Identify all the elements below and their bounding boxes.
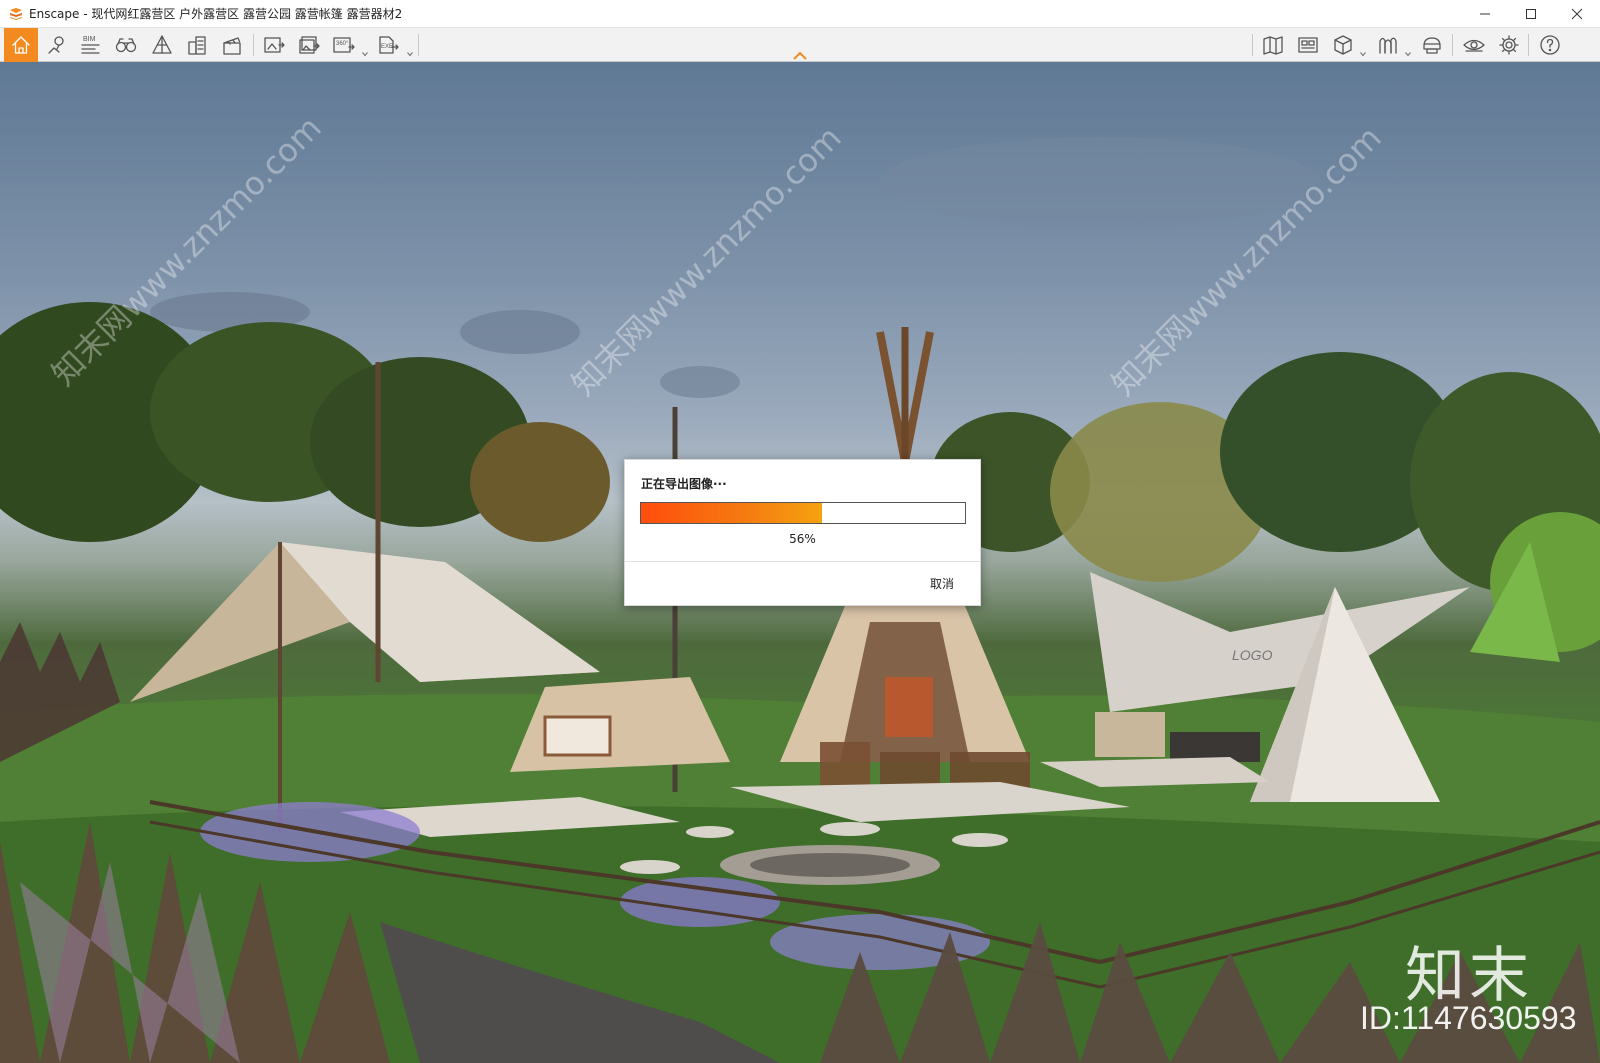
window-title: Enscape - 现代网红露营区 户外露营区 露营公园 露营帐篷 露营器材2 (29, 7, 403, 21)
map-pin-button[interactable] (42, 28, 72, 62)
home-icon (12, 36, 30, 54)
materials-button[interactable] (1372, 28, 1404, 62)
settings-gear-icon (1499, 35, 1519, 55)
minimize-button[interactable] (1462, 0, 1508, 28)
cube-button[interactable] (1327, 28, 1359, 62)
binoculars-icon (115, 38, 137, 53)
close-icon (1571, 8, 1583, 20)
export-exe-icon: EXE (379, 36, 399, 54)
minimize-icon (1480, 13, 1490, 15)
dialog-title: 正在导出图像··· (641, 477, 727, 491)
panorama-360-button[interactable]: 360° (328, 28, 360, 62)
panorama-label: 360° (336, 41, 349, 47)
batch-render-icon (299, 36, 320, 54)
helmet-button[interactable] (1416, 28, 1448, 62)
maximize-icon (1526, 9, 1536, 19)
eye-button[interactable] (1458, 28, 1490, 62)
home-button[interactable] (4, 28, 38, 62)
panorama-360-icon: 360° (333, 37, 355, 53)
binoculars-button[interactable] (110, 28, 142, 62)
close-button[interactable] (1554, 0, 1600, 28)
progress-bar-fill (641, 503, 823, 523)
exe-label: EXE (381, 44, 393, 50)
map-button[interactable] (1257, 28, 1289, 62)
enscape-logo-icon (10, 7, 22, 20)
bim-label: BIM (83, 36, 96, 43)
cube-icon (1334, 35, 1352, 55)
pyramid-icon (152, 35, 172, 54)
export-exe-button[interactable]: EXE (373, 28, 405, 62)
render-image-icon (264, 37, 285, 53)
maximize-button[interactable] (1508, 0, 1554, 28)
cancel-button[interactable]: 取消 (930, 575, 954, 592)
id-watermark: ID:1147630593 (1360, 1000, 1577, 1036)
map-pin-icon (48, 36, 64, 54)
map-icon (1263, 36, 1283, 55)
progress-percent: 56% (789, 532, 816, 546)
bim-icon: BIM (81, 36, 100, 54)
materials-dropdown-icon[interactable] (1405, 42, 1411, 57)
clapperboard-icon (223, 37, 241, 55)
settings-button[interactable] (1493, 28, 1525, 62)
help-icon (1540, 35, 1560, 55)
collapse-toolbar-button[interactable] (792, 46, 808, 60)
title-bar: Enscape - 现代网红露营区 户外露营区 露营公园 露营帐篷 露营器材2 (0, 0, 1600, 28)
clapperboard-button[interactable] (216, 28, 248, 62)
export-progress-dialog: 正在导出图像··· 56% 取消 (624, 459, 981, 606)
help-button[interactable] (1534, 28, 1566, 62)
dialog-divider (625, 561, 980, 562)
render-image-button[interactable] (258, 28, 290, 62)
asset-library-button[interactable] (1292, 28, 1324, 62)
bim-button[interactable]: BIM (76, 28, 106, 62)
progress-bar (640, 502, 966, 524)
export-dropdown-icon[interactable] (407, 42, 413, 57)
chevron-up-icon (793, 51, 807, 60)
tent-logo-text: LOGO (1232, 647, 1273, 663)
cube-dropdown-icon[interactable] (1360, 42, 1366, 57)
buildings-icon (188, 36, 206, 55)
asset-library-icon (1298, 37, 1318, 53)
batch-render-button[interactable] (293, 28, 325, 62)
buildings-button[interactable] (181, 28, 213, 62)
materials-icon (1379, 37, 1397, 54)
eye-icon (1463, 39, 1485, 52)
panorama-dropdown-icon[interactable] (362, 42, 368, 57)
helmet-icon (1423, 37, 1441, 54)
pyramid-button[interactable] (146, 28, 178, 62)
